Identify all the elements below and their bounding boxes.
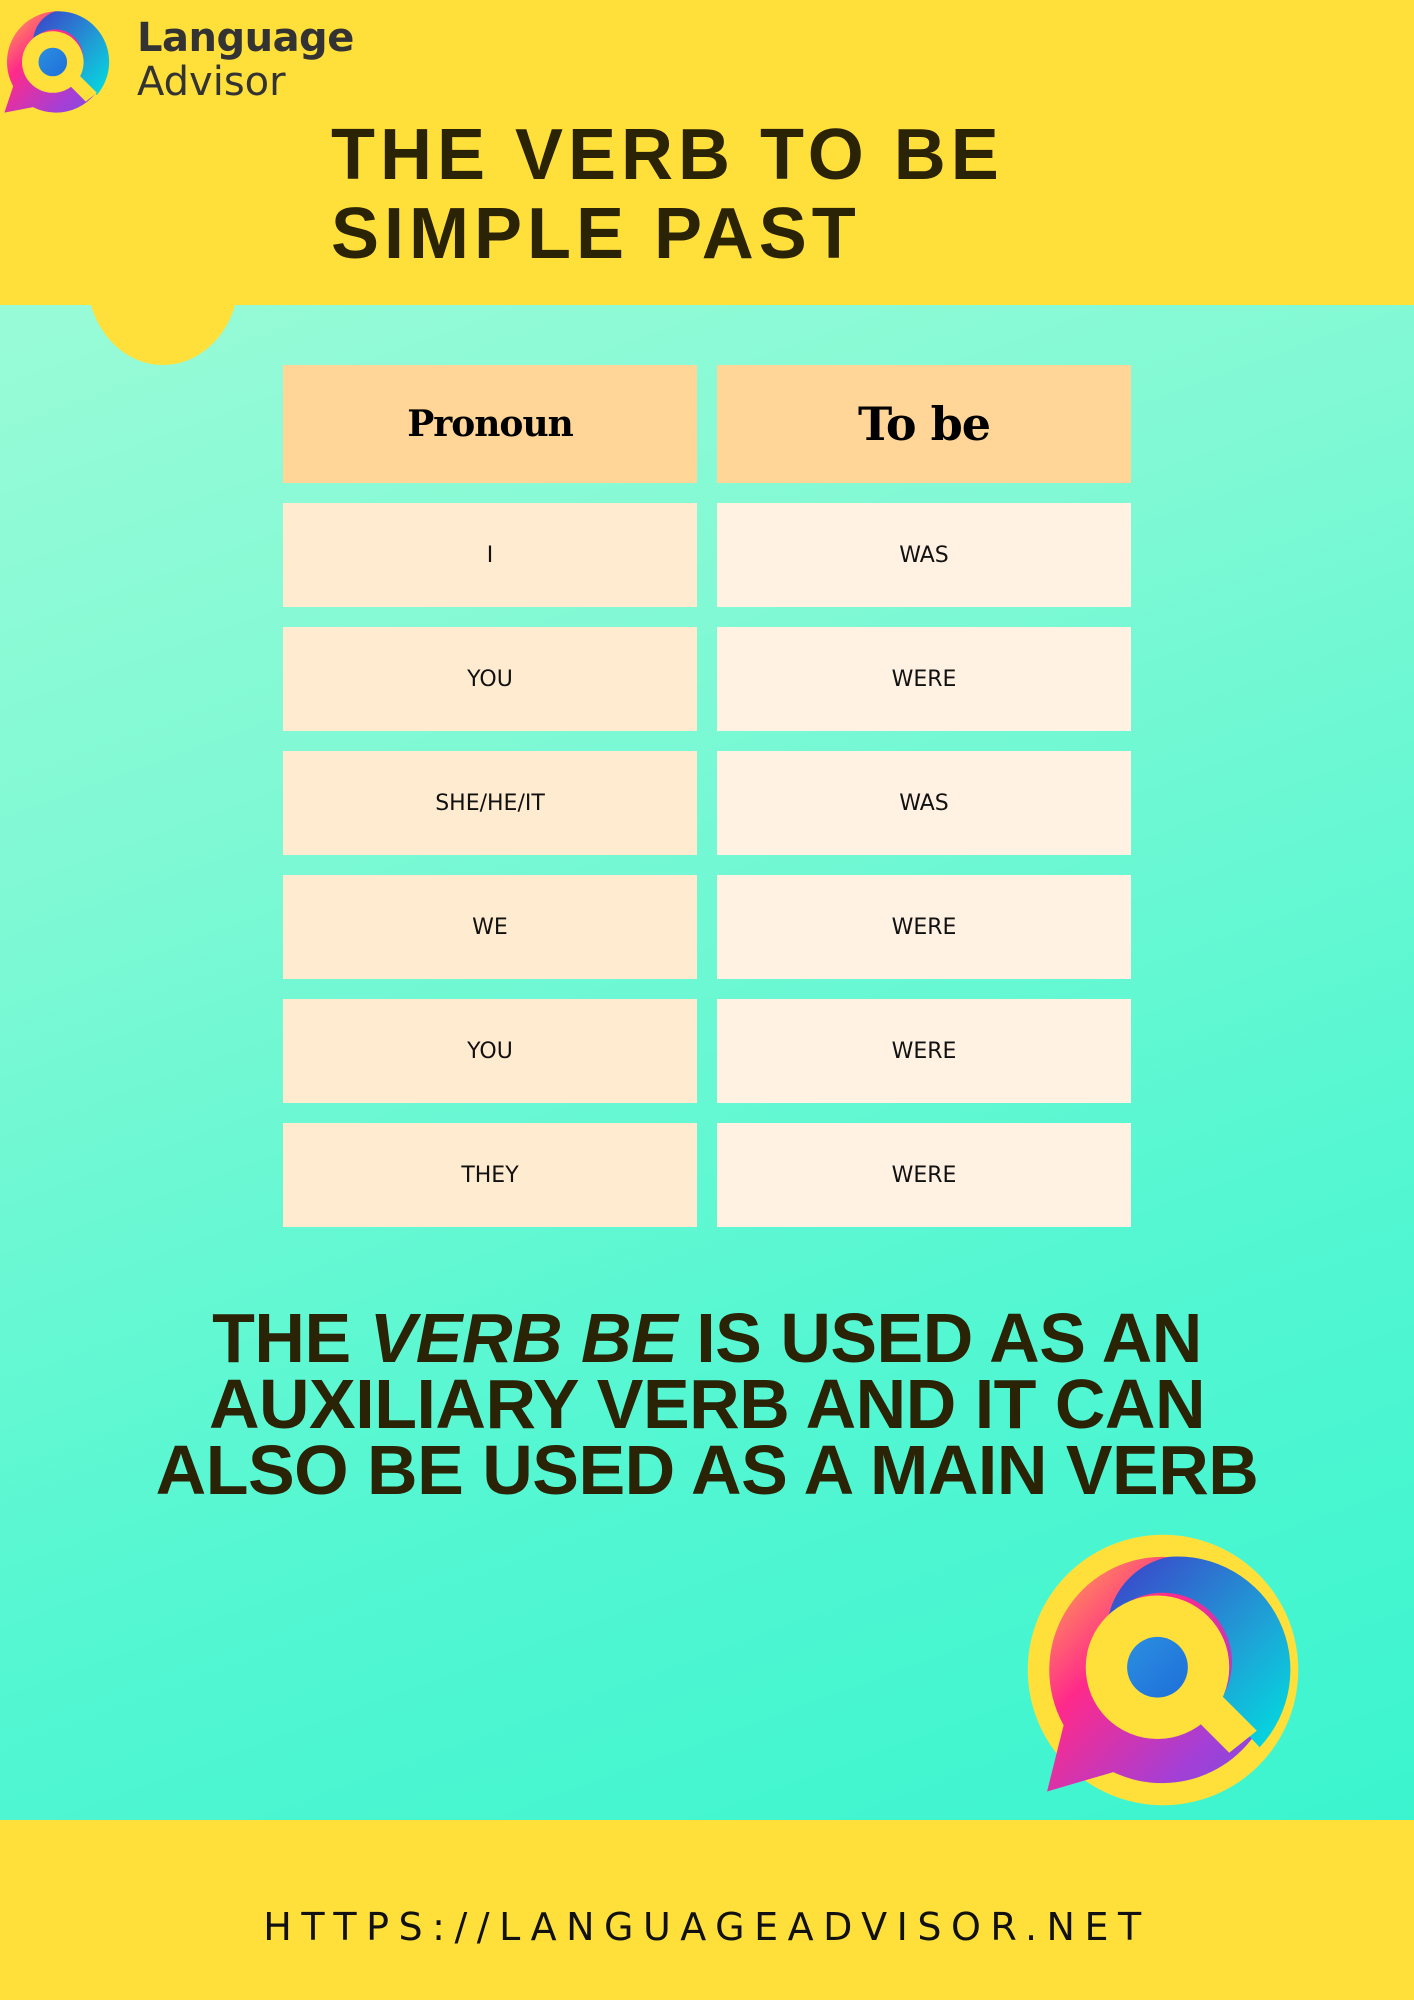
table-header-row: Pronoun To be	[283, 365, 1131, 483]
column-header-pronoun: Pronoun	[283, 365, 697, 483]
footer-banner: HTTPS://LANGUAGEADVISOR.NET	[0, 1820, 1414, 2000]
table-row: YOU WERE	[283, 627, 1131, 731]
column-header-to-be: To be	[717, 365, 1131, 483]
pronoun-cell: SHE/HE/IT	[283, 751, 697, 855]
verb-cell: WERE	[717, 627, 1131, 731]
table-row: THEY WERE	[283, 1123, 1131, 1227]
verb-cell: WAS	[717, 751, 1131, 855]
statement-line3: ALSO BE USED AS A MAIN VERB	[155, 1431, 1259, 1509]
page-title-line2: SIMPLE PAST	[331, 194, 861, 274]
page-title-line1: THE VERB TO BE	[331, 115, 1004, 195]
statement-line1: THE VERB BE IS USED AS AN	[0, 1303, 1414, 1373]
brand-logo-large	[1025, 1532, 1301, 1808]
pronoun-cell: WE	[283, 875, 697, 979]
brand-logo[interactable]	[0, 6, 110, 118]
table-row: I WAS	[283, 503, 1131, 607]
speech-bubble-search-icon	[4, 11, 110, 113]
brand-name: Language Advisor	[137, 18, 354, 102]
verb-cell: WERE	[717, 1123, 1131, 1227]
verb-cell: WAS	[717, 503, 1131, 607]
pronoun-cell: I	[283, 503, 697, 607]
verb-cell: WERE	[717, 999, 1131, 1103]
speech-bubble-search-icon	[1027, 1534, 1299, 1806]
table-row: SHE/HE/IT WAS	[283, 751, 1131, 855]
pronoun-cell: YOU	[283, 627, 697, 731]
header-decorative-bump	[87, 190, 239, 365]
brand-name-line1: Language	[137, 15, 354, 61]
website-link[interactable]: HTTPS://LANGUAGEADVISOR.NET	[0, 1908, 1414, 1946]
table-row: WE WERE	[283, 875, 1131, 979]
brand-name-line2: Advisor	[137, 59, 286, 105]
table-row: YOU WERE	[283, 999, 1131, 1103]
statement-line2: AUXILIARY VERB AND IT CAN	[208, 1365, 1206, 1443]
conjugation-table: Pronoun To be I WAS YOU WERE SHE/HE/IT W…	[283, 365, 1131, 1247]
pronoun-cell: YOU	[283, 999, 697, 1103]
usage-statement: THE VERB BE IS USED AS AN AUXILIARY VERB…	[0, 1303, 1414, 1509]
pronoun-cell: THEY	[283, 1123, 697, 1227]
verb-cell: WERE	[717, 875, 1131, 979]
page-title: THE VERB TO BE SIMPLE PAST	[331, 116, 1004, 274]
